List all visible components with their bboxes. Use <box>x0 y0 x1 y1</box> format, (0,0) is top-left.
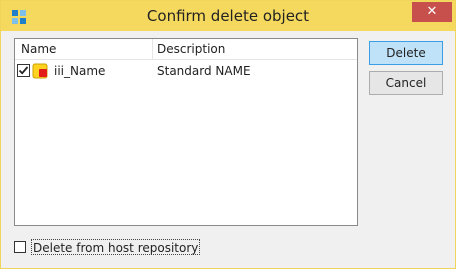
dialog-body: Name Description iii_Name Standard NAME … <box>8 31 448 263</box>
list-item[interactable]: iii_Name Standard NAME <box>15 61 357 81</box>
delete-from-host-label[interactable]: Delete from host repository <box>31 239 201 255</box>
row-description: Standard NAME <box>157 64 251 78</box>
list-header: Name Description <box>15 39 357 60</box>
window-title: Confirm delete object <box>146 7 310 25</box>
confirm-delete-dialog: Confirm delete object ✕ Name Description <box>0 0 456 269</box>
row-name: iii_Name <box>54 64 106 78</box>
column-divider[interactable] <box>152 39 153 59</box>
title-bar[interactable]: Confirm delete object ✕ <box>1 1 455 31</box>
close-button[interactable]: ✕ <box>412 2 452 22</box>
cancel-button[interactable]: Cancel <box>369 71 443 95</box>
delete-button[interactable]: Delete <box>369 41 443 65</box>
objects-list[interactable]: Name Description iii_Name Standard NAME <box>14 38 358 226</box>
object-name-icon <box>32 63 48 79</box>
column-header-name[interactable]: Name <box>21 39 56 59</box>
delete-from-host-checkbox[interactable] <box>14 241 26 253</box>
close-icon: ✕ <box>426 4 438 19</box>
row-checkbox[interactable] <box>17 64 30 77</box>
column-header-description[interactable]: Description <box>157 39 225 59</box>
